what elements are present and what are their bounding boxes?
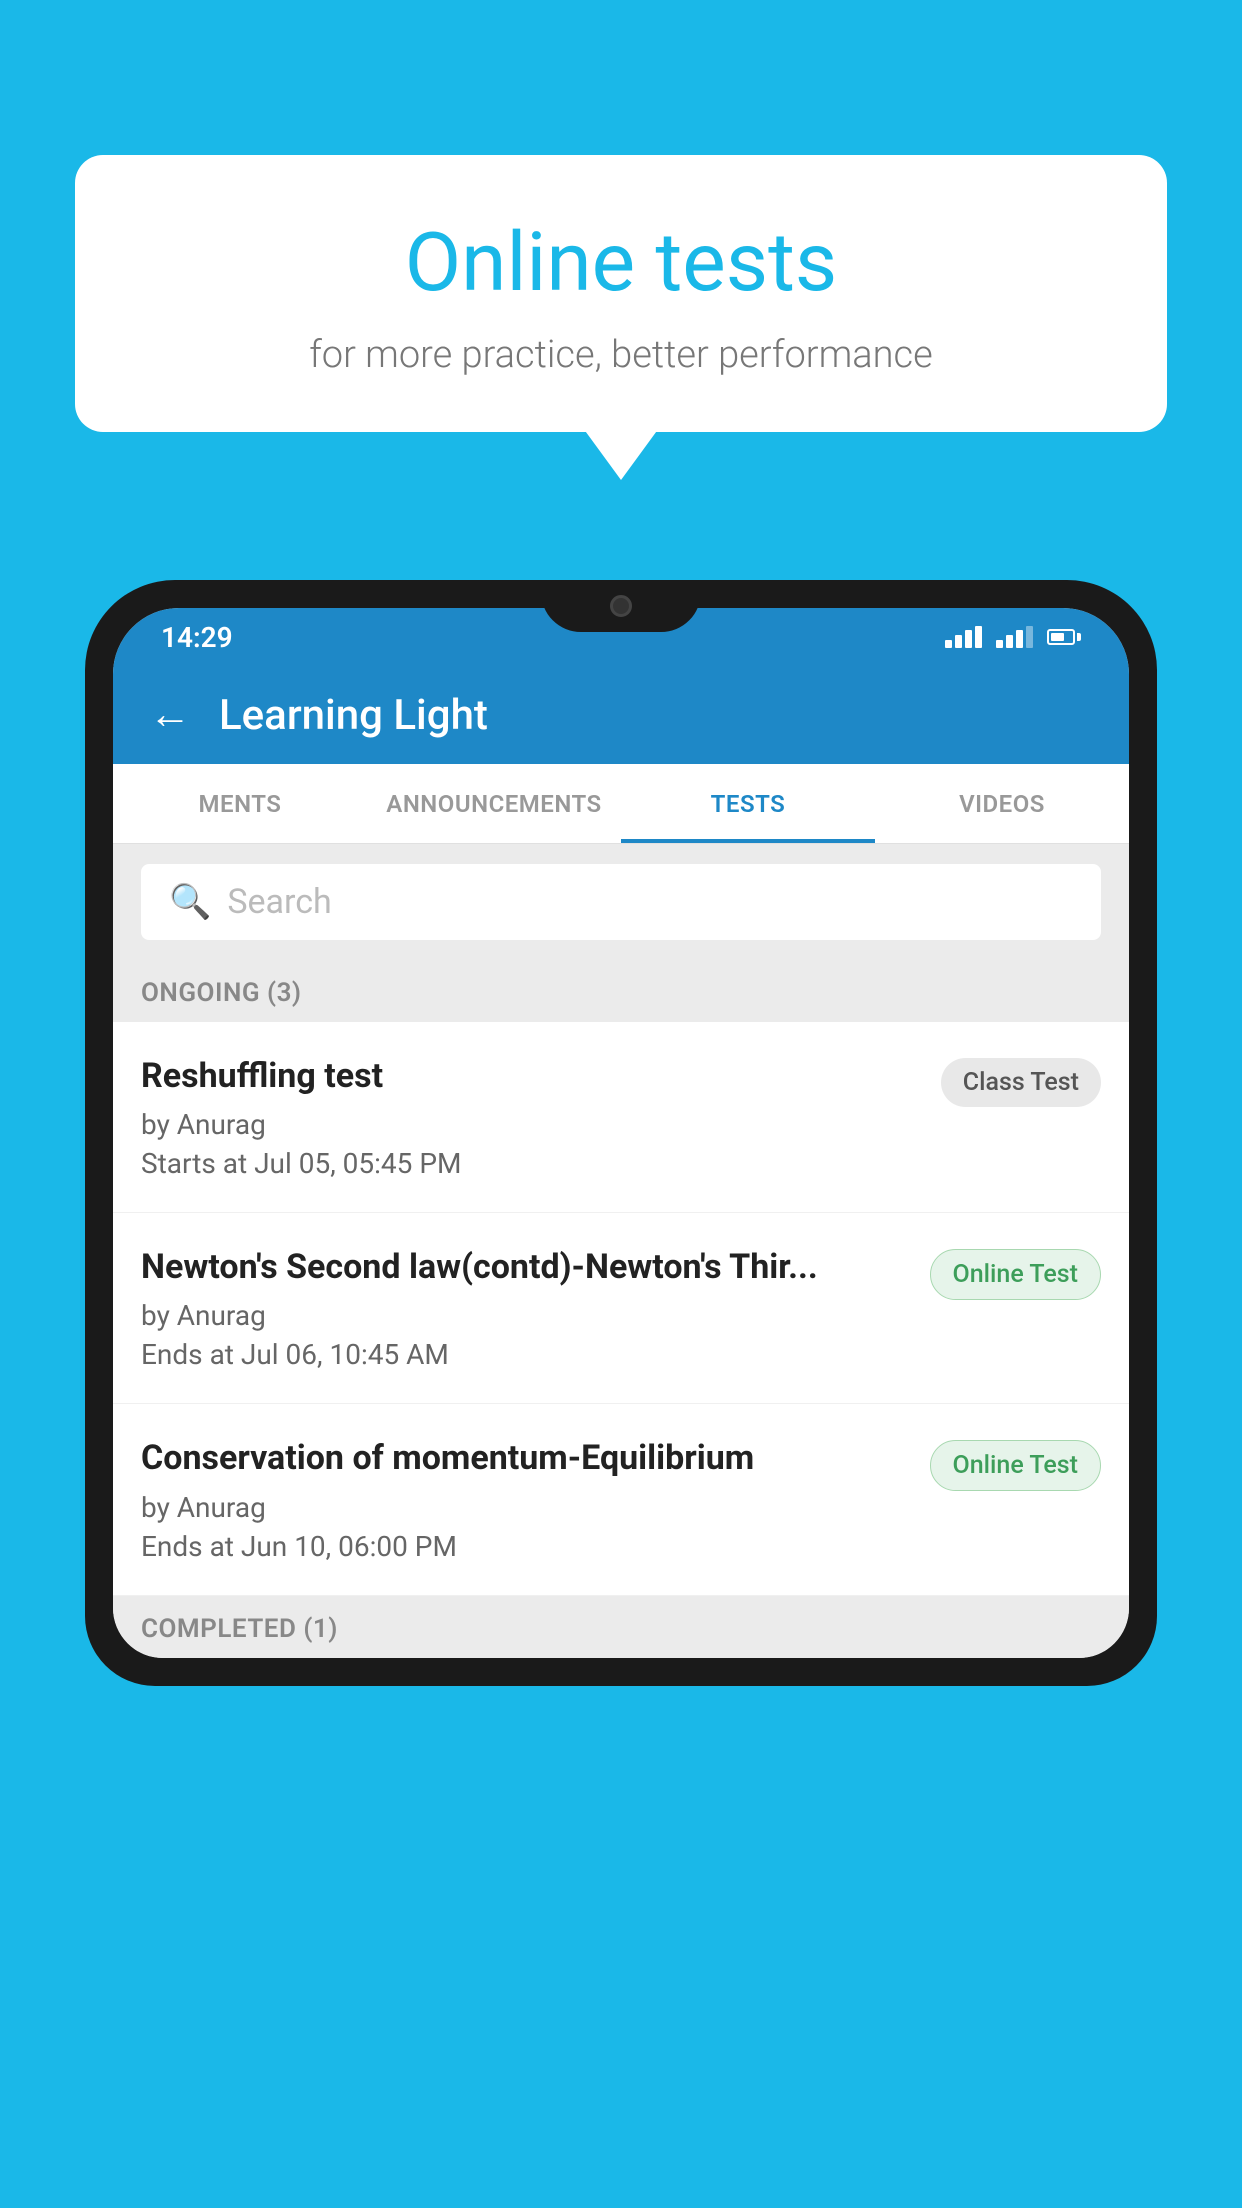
bubble-subtitle: for more practice, better performance [125,333,1117,377]
camera [610,595,632,617]
tab-announcements[interactable]: ANNOUNCEMENTS [367,764,621,843]
class-test-badge: Class Test [941,1058,1101,1107]
app-header: ← Learning Light [113,666,1129,764]
bubble-title: Online tests [125,215,1117,311]
signal-icon [996,626,1033,648]
tab-videos[interactable]: VIDEOS [875,764,1129,843]
test-name: Conservation of momentum-Equilibrium [141,1436,910,1480]
tabs-bar: MENTS ANNOUNCEMENTS TESTS VIDEOS [113,764,1129,844]
completed-section-header: COMPLETED (1) [113,1596,1129,1658]
test-item[interactable]: Reshuffling test by Anurag Starts at Jul… [113,1022,1129,1213]
phone-mockup: 14:29 [85,580,1157,2208]
test-item[interactable]: Newton's Second law(contd)-Newton's Thir… [113,1213,1129,1404]
search-input[interactable]: Search [227,882,331,922]
test-date: Ends at Jun 10, 06:00 PM [141,1530,910,1563]
phone-screen: 14:29 [113,608,1129,1658]
test-date: Starts at Jul 05, 05:45 PM [141,1147,921,1180]
search-container: 🔍 Search [113,844,1129,960]
tab-ments[interactable]: MENTS [113,764,367,843]
test-author: by Anurag [141,1108,921,1141]
test-name: Newton's Second law(contd)-Newton's Thir… [141,1245,910,1289]
online-test-badge: Online Test [930,1249,1101,1300]
status-icons [945,626,1081,648]
test-author: by Anurag [141,1491,910,1524]
test-date: Ends at Jul 06, 10:45 AM [141,1338,910,1371]
phone-outer: 14:29 [85,580,1157,1686]
test-name: Reshuffling test [141,1054,921,1098]
search-bar[interactable]: 🔍 Search [141,864,1101,940]
test-author: by Anurag [141,1299,910,1332]
test-list: Reshuffling test by Anurag Starts at Jul… [113,1022,1129,1596]
speech-bubble: Online tests for more practice, better p… [75,155,1167,432]
phone-notch [541,580,701,632]
back-button[interactable]: ← [149,694,191,736]
tab-tests[interactable]: TESTS [621,764,875,843]
online-test-badge-2: Online Test [930,1440,1101,1491]
wifi-icon [945,626,982,648]
ongoing-section-header: ONGOING (3) [113,960,1129,1022]
app-title: Learning Light [219,691,488,740]
status-time: 14:29 [161,621,233,654]
test-item[interactable]: Conservation of momentum-Equilibrium by … [113,1404,1129,1595]
battery-icon [1047,629,1081,645]
search-icon: 🔍 [169,882,211,922]
